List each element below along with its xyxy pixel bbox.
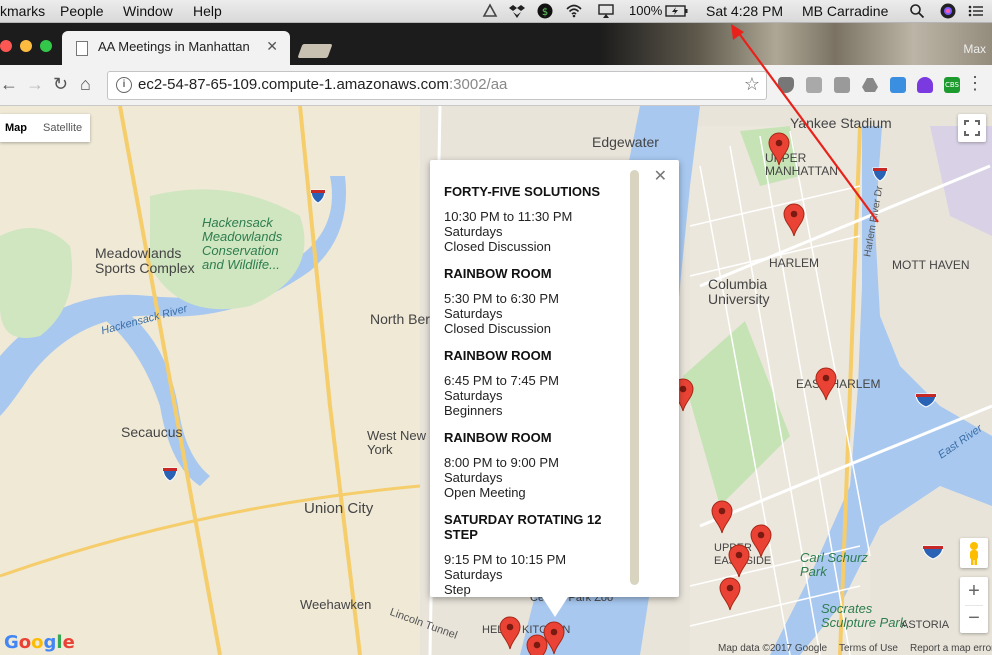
annotation-arrow [731,24,879,223]
